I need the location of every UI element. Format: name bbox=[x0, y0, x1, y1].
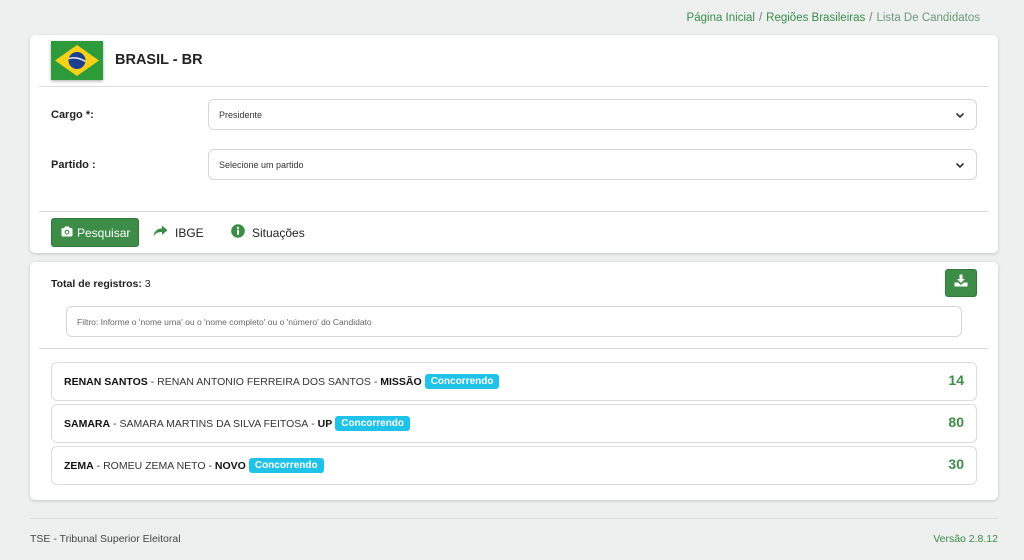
candidate-urn-name: RENAN SANTOS bbox=[64, 375, 148, 388]
share-arrow-icon bbox=[153, 225, 175, 240]
total-records-value: 3 bbox=[144, 278, 151, 290]
candidate-party: UP bbox=[317, 417, 333, 430]
filter-input[interactable] bbox=[67, 307, 961, 336]
filter-field[interactable] bbox=[66, 306, 962, 337]
status-badge: Concorrendo bbox=[248, 458, 324, 473]
ibge-button-label: IBGE bbox=[175, 225, 204, 240]
cargo-select-value: Presidente bbox=[219, 110, 263, 120]
separator-text: - bbox=[205, 459, 215, 472]
brazil-flag-icon bbox=[51, 41, 103, 80]
camera-icon bbox=[61, 226, 77, 240]
partido-select[interactable]: Selecione um partido bbox=[208, 149, 977, 180]
candidate-info: RENAN SANTOS - RENAN ANTONIO FERREIRA DO… bbox=[64, 374, 500, 389]
page-title: BRASIL - BR bbox=[115, 52, 203, 68]
candidate-number: 80 bbox=[948, 414, 964, 430]
cargo-label: Cargo *: bbox=[51, 109, 94, 121]
results-card: Total de registros: 3 RENAN SANTOS - REN… bbox=[30, 262, 998, 500]
search-button[interactable]: Pesquisar bbox=[51, 218, 139, 247]
candidate-info: SAMARA - SAMARA MARTINS DA SILVA FEITOSA… bbox=[64, 416, 411, 431]
divider bbox=[39, 348, 989, 349]
candidate-row[interactable]: SAMARA - SAMARA MARTINS DA SILVA FEITOSA… bbox=[51, 404, 977, 443]
candidate-party: MISSÃO bbox=[380, 375, 422, 388]
cargo-select[interactable]: Presidente bbox=[208, 99, 977, 130]
situacoes-button[interactable]: Situações bbox=[231, 218, 305, 247]
status-badge: Concorrendo bbox=[424, 374, 500, 389]
card-header: BRASIL - BR bbox=[30, 35, 998, 87]
separator-text: - bbox=[370, 375, 381, 388]
divider bbox=[39, 86, 989, 87]
candidate-urn-name: ZEMA bbox=[64, 459, 94, 472]
separator-text: - bbox=[110, 417, 120, 430]
candidate-full-name: SAMARA MARTINS DA SILVA FEITOSA bbox=[119, 417, 309, 430]
candidate-row[interactable]: RENAN SANTOS - RENAN ANTONIO FERREIRA DO… bbox=[51, 362, 977, 401]
candidate-urn-name: SAMARA bbox=[64, 417, 111, 430]
chevron-down-icon bbox=[954, 108, 966, 126]
footer-text: TSE - Tribunal Superior Eleitoral bbox=[30, 533, 181, 545]
divider bbox=[39, 211, 989, 212]
total-records: Total de registros: 3 bbox=[51, 278, 151, 290]
candidate-info: ZEMA - ROMEU ZEMA NETO - NOVO Concorrendo bbox=[64, 458, 324, 473]
candidate-number: 30 bbox=[948, 456, 964, 472]
partido-select-value: Selecione um partido bbox=[219, 160, 304, 170]
breadcrumb-home-link[interactable]: Página Inicial bbox=[687, 12, 755, 24]
situacoes-button-label: Situações bbox=[252, 225, 305, 240]
breadcrumb-current: Lista De Candidatos bbox=[876, 12, 980, 24]
download-button[interactable] bbox=[945, 269, 977, 297]
footer-divider bbox=[30, 518, 998, 519]
info-icon bbox=[231, 224, 252, 241]
search-button-label: Pesquisar bbox=[77, 225, 131, 240]
search-card: BRASIL - BR Cargo *: Presidente Partido … bbox=[30, 35, 998, 253]
status-badge: Concorrendo bbox=[335, 416, 411, 431]
ibge-button[interactable]: IBGE bbox=[153, 218, 204, 247]
candidate-full-name: RENAN ANTONIO FERREIRA DOS SANTOS bbox=[157, 375, 371, 388]
separator-text: - bbox=[93, 459, 104, 472]
candidate-number: 14 bbox=[948, 372, 964, 388]
chevron-down-icon bbox=[954, 158, 966, 176]
partido-label: Partido : bbox=[51, 159, 96, 171]
breadcrumb: Página Inicial / Regiões Brasileiras / Lista… bbox=[687, 12, 980, 24]
candidate-row[interactable]: ZEMA - ROMEU ZEMA NETO - NOVO Concorrendo… bbox=[51, 446, 977, 485]
total-records-label: Total de registros: bbox=[51, 278, 142, 290]
candidate-full-name: ROMEU ZEMA NETO bbox=[103, 459, 206, 472]
separator-text: - bbox=[147, 375, 158, 388]
candidate-party: NOVO bbox=[214, 459, 246, 472]
version-label: Versão 2.8.12 bbox=[933, 533, 998, 545]
download-icon bbox=[954, 274, 968, 292]
breadcrumb-separator: / bbox=[869, 12, 873, 24]
breadcrumb-separator: / bbox=[758, 12, 763, 24]
breadcrumb-regions-link[interactable]: Regiões Brasileiras bbox=[766, 12, 865, 24]
separator-text: - bbox=[308, 417, 318, 430]
